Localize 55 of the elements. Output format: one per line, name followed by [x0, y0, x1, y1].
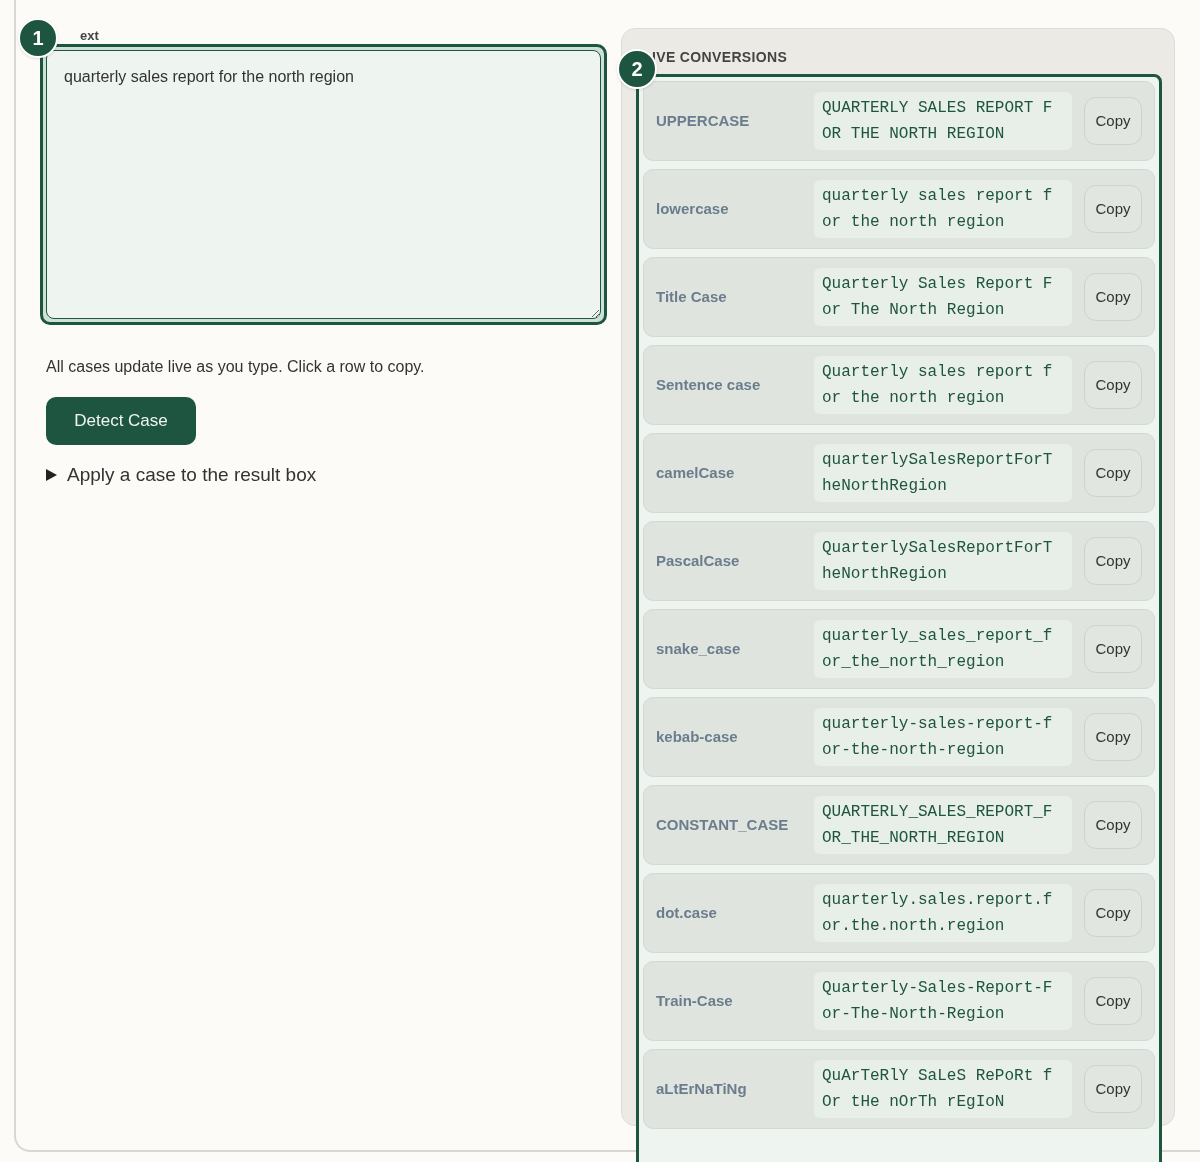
- case-name: CONSTANT_CASE: [656, 814, 790, 835]
- case-name: Train-Case: [656, 990, 734, 1011]
- copy-button[interactable]: Copy: [1084, 361, 1142, 409]
- case-name: kebab-case: [656, 726, 739, 747]
- converted-value: QuArTeRlY SaLeS RePoRt fOr tHe nOrTh rEgIoN: [814, 1060, 1072, 1118]
- case-name: camelCase: [656, 462, 736, 483]
- converted-value: quarterly-sales-report-for-the-north-region: [814, 708, 1072, 766]
- conversion-row[interactable]: aLtErNaTiNg QuArTeRlY SaLeS RePoRt fOr tHe nOrTh rEgIoN Copy: [643, 1049, 1155, 1129]
- step-badge: 1: [18, 18, 58, 58]
- conversion-row[interactable]: Title Case Quarterly Sales Report For The North Region Copy: [643, 257, 1155, 337]
- disclosure-triangle-icon: [46, 469, 57, 482]
- converted-value: QuarterlySalesReportForTheNorthRegion: [814, 532, 1072, 590]
- hint-text: All cases update live as you type. Click a row to copy.: [46, 357, 426, 377]
- case-name: Title Case: [656, 286, 728, 307]
- case-name: PascalCase: [656, 550, 741, 571]
- conversion-row[interactable]: PascalCase QuarterlySalesReportForTheNorthRegion Copy: [643, 521, 1155, 601]
- conversion-row[interactable]: UPPERCASE QUARTERLY SALES REPORT FOR THE NORTH REGION Copy: [643, 81, 1155, 161]
- converted-value: quarterly.sales.report.for.the.north.region: [814, 884, 1072, 942]
- copy-button[interactable]: Copy: [1084, 1065, 1142, 1113]
- converted-value: QUARTERLY_SALES_REPORT_FOR_THE_NORTH_REGION: [814, 796, 1072, 854]
- copy-button[interactable]: Copy: [1084, 185, 1142, 233]
- copy-button[interactable]: Copy: [1084, 97, 1142, 145]
- converted-value: Quarterly sales report for the north region: [814, 356, 1072, 414]
- copy-button[interactable]: Copy: [1084, 713, 1142, 761]
- case-name: UPPERCASE: [656, 110, 751, 131]
- conversion-row[interactable]: camelCase quarterlySalesReportForTheNorthRegion Copy: [643, 433, 1155, 513]
- copy-button[interactable]: Copy: [1084, 977, 1142, 1025]
- case-name: aLtErNaTiNg: [656, 1078, 748, 1099]
- copy-button[interactable]: Copy: [1084, 449, 1142, 497]
- conversion-row[interactable]: dot.case quarterly.sales.report.for.the.north.region Copy: [643, 873, 1155, 953]
- conversion-row[interactable]: CONSTANT_CASE QUARTERLY_SALES_REPORT_FOR_THE_NORTH_REGION Copy: [643, 785, 1155, 865]
- case-name: dot.case: [656, 902, 718, 923]
- text-input-area[interactable]: quarterly sales report for the north region: [40, 44, 607, 325]
- copy-button[interactable]: Copy: [1084, 537, 1142, 585]
- field-label: ext: [80, 28, 100, 44]
- case-name: snake_case: [656, 638, 742, 659]
- conversion-row[interactable]: Sentence case Quarterly sales report for the north region Copy: [643, 345, 1155, 425]
- detect-case-button[interactable]: Detect Case: [46, 397, 196, 445]
- copy-button[interactable]: Copy: [1084, 801, 1142, 849]
- converted-value: quarterly_sales_report_for_the_north_region: [814, 620, 1072, 678]
- converted-value: quarterlySalesReportForTheNorthRegion: [814, 444, 1072, 502]
- converted-value: quarterly sales report for the north region: [814, 180, 1072, 238]
- converted-value: Quarterly Sales Report For The North Region: [814, 268, 1072, 326]
- copy-button[interactable]: Copy: [1084, 625, 1142, 673]
- converted-value: QUARTERLY SALES REPORT FOR THE NORTH REGION: [814, 92, 1072, 150]
- copy-button[interactable]: Copy: [1084, 889, 1142, 937]
- apply-case-disclosure[interactable]: Apply a case to the result box: [46, 461, 607, 490]
- converted-value: Quarterly-Sales-Report-For-The-North-Region: [814, 972, 1072, 1030]
- case-name: Sentence case: [656, 374, 762, 395]
- case-name: lowercase: [656, 198, 730, 219]
- conversion-row[interactable]: kebab-case quarterly-sales-report-for-the-north-region Copy: [643, 697, 1155, 777]
- conversion-row[interactable]: Train-Case Quarterly-Sales-Report-For-The-North-Region Copy: [643, 961, 1155, 1041]
- conversion-row[interactable]: snake_case quarterly_sales_report_for_the_north_region Copy: [643, 609, 1155, 689]
- conversion-row[interactable]: lowercase quarterly sales report for the north region Copy: [643, 169, 1155, 249]
- copy-button[interactable]: Copy: [1084, 273, 1142, 321]
